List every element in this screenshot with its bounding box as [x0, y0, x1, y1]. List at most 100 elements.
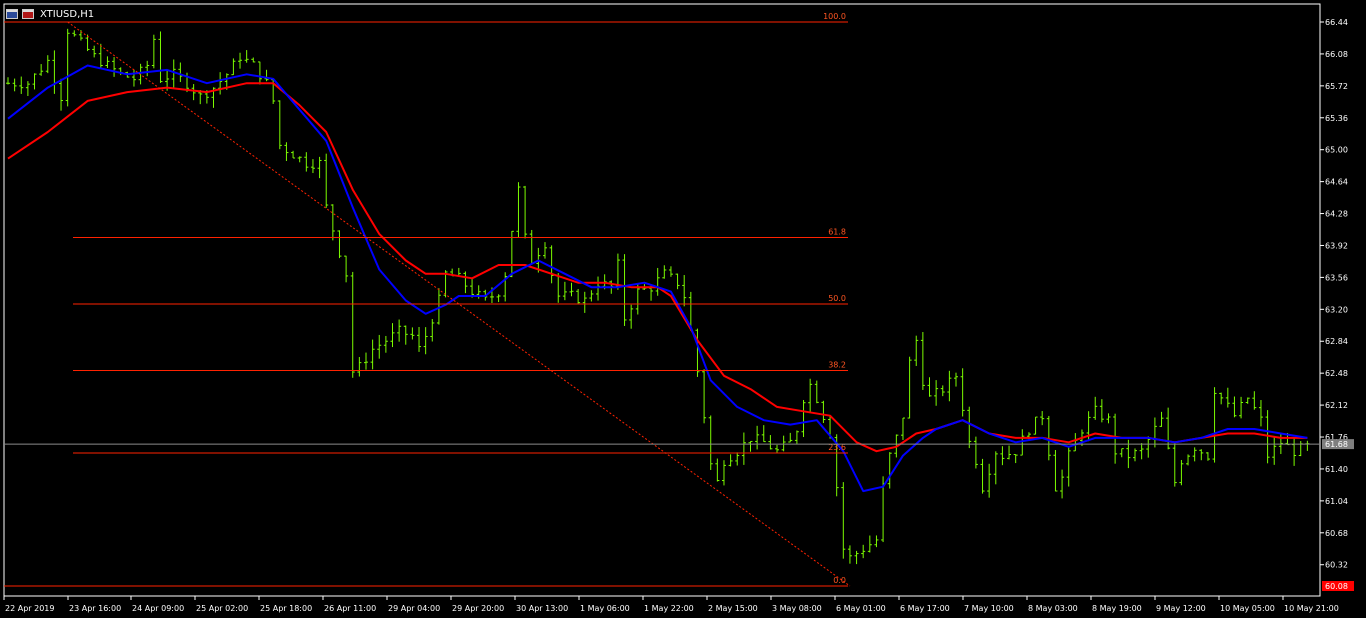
- x-tick-label: 9 May 12:00: [1156, 604, 1206, 613]
- candle: [370, 339, 375, 370]
- candle: [430, 319, 435, 342]
- candle: [973, 436, 978, 469]
- candle: [1258, 400, 1263, 427]
- candle: [39, 64, 44, 76]
- candle: [423, 327, 428, 355]
- candle: [967, 406, 972, 449]
- candle: [291, 150, 296, 159]
- x-tick-label: 1 May 22:00: [644, 604, 694, 613]
- candle: [1252, 391, 1257, 410]
- candle: [1040, 411, 1045, 426]
- candle: [821, 400, 826, 424]
- candle: [1179, 459, 1184, 486]
- x-tick-label: 7 May 10:00: [964, 604, 1014, 613]
- y-axis: 66.44 66.08 65.72 65.36 65.00 64.64 64.28 63.92…: [1320, 18, 1348, 570]
- candle: [238, 52, 243, 69]
- candle: [463, 271, 468, 294]
- candle: [45, 55, 50, 74]
- plot-frame: [3, 3, 1321, 597]
- candle: [1159, 411, 1164, 427]
- candle: [576, 289, 581, 305]
- candle: [1292, 437, 1297, 466]
- fib-level-label: 38.2: [828, 361, 846, 370]
- price-chart[interactable]: 100.061.850.038.223.60.0 66.4466.0865.726…: [0, 0, 1366, 618]
- candle: [191, 84, 196, 101]
- y-tick-label: 61.40: [1325, 465, 1348, 474]
- candle: [934, 380, 939, 406]
- x-tick-label: 24 Apr 09:00: [132, 604, 184, 613]
- candle: [403, 325, 408, 345]
- candle: [151, 34, 156, 69]
- candle: [1053, 449, 1058, 492]
- x-axis: 22 Apr 2019 23 Apr 16:00 24 Apr 09:00 25 Ap…: [3, 596, 1339, 613]
- candle: [781, 435, 786, 452]
- candle: [1225, 387, 1230, 408]
- candle: [907, 356, 912, 419]
- candle: [65, 28, 70, 107]
- candle: [284, 142, 289, 161]
- candle: [1060, 469, 1065, 499]
- x-tick-label: 10 May 05:00: [1220, 604, 1275, 613]
- candle: [927, 377, 932, 397]
- candle: [1066, 447, 1071, 487]
- candle: [277, 100, 282, 150]
- candle: [1146, 436, 1151, 458]
- candle: [708, 415, 713, 471]
- candles: [6, 28, 1310, 565]
- candle: [1199, 449, 1204, 461]
- candle: [1152, 417, 1157, 448]
- x-tick-label: 29 Apr 04:00: [388, 604, 440, 613]
- candle: [25, 81, 30, 96]
- x-tick-label: 25 Apr 02:00: [196, 604, 248, 613]
- candle: [801, 399, 806, 438]
- candle: [748, 440, 753, 452]
- x-tick-label: 26 Apr 11:00: [324, 604, 376, 613]
- candle: [861, 544, 866, 559]
- y-tick-label: 62.48: [1325, 369, 1348, 378]
- candle: [682, 275, 687, 307]
- candle: [655, 267, 660, 296]
- candle: [794, 430, 799, 444]
- candle: [1186, 454, 1191, 466]
- candle: [417, 327, 422, 352]
- y-tick-label: 66.08: [1325, 50, 1348, 59]
- x-tick-label: 8 May 03:00: [1028, 604, 1078, 613]
- ma-slow-line: [7, 82, 1308, 453]
- candle: [1239, 396, 1244, 419]
- candle: [231, 58, 236, 76]
- candle: [112, 57, 117, 77]
- candle: [721, 460, 726, 486]
- candle: [529, 229, 534, 264]
- x-tick-label: 6 May 17:00: [900, 604, 950, 613]
- candle: [914, 335, 919, 366]
- candle: [900, 417, 905, 440]
- candle: [1106, 413, 1111, 424]
- candle: [1000, 446, 1005, 466]
- candle: [1007, 445, 1012, 460]
- candle: [675, 273, 680, 290]
- candle: [324, 153, 329, 208]
- candle: [12, 78, 17, 92]
- candle: [1093, 396, 1098, 420]
- candle: [569, 282, 574, 297]
- x-tick-label: 30 Apr 13:00: [516, 604, 568, 613]
- candle: [85, 34, 90, 52]
- candle: [947, 370, 952, 402]
- candle: [768, 435, 773, 450]
- candle: [755, 425, 760, 450]
- candle: [304, 152, 309, 172]
- x-tick-label: 10 May 21:00: [1284, 604, 1339, 613]
- candle: [357, 357, 362, 377]
- candle: [523, 185, 528, 239]
- candle: [735, 452, 740, 466]
- fibonacci-retracement[interactable]: 100.061.850.038.223.60.0: [4, 12, 851, 587]
- current-price-label: 61.68: [1325, 440, 1348, 449]
- candle: [887, 452, 892, 489]
- candle: [1305, 440, 1310, 451]
- candle: [145, 60, 150, 77]
- candle: [1205, 452, 1210, 461]
- candle: [695, 328, 700, 377]
- candle: [383, 335, 388, 353]
- candle: [960, 368, 965, 417]
- candle: [874, 535, 879, 548]
